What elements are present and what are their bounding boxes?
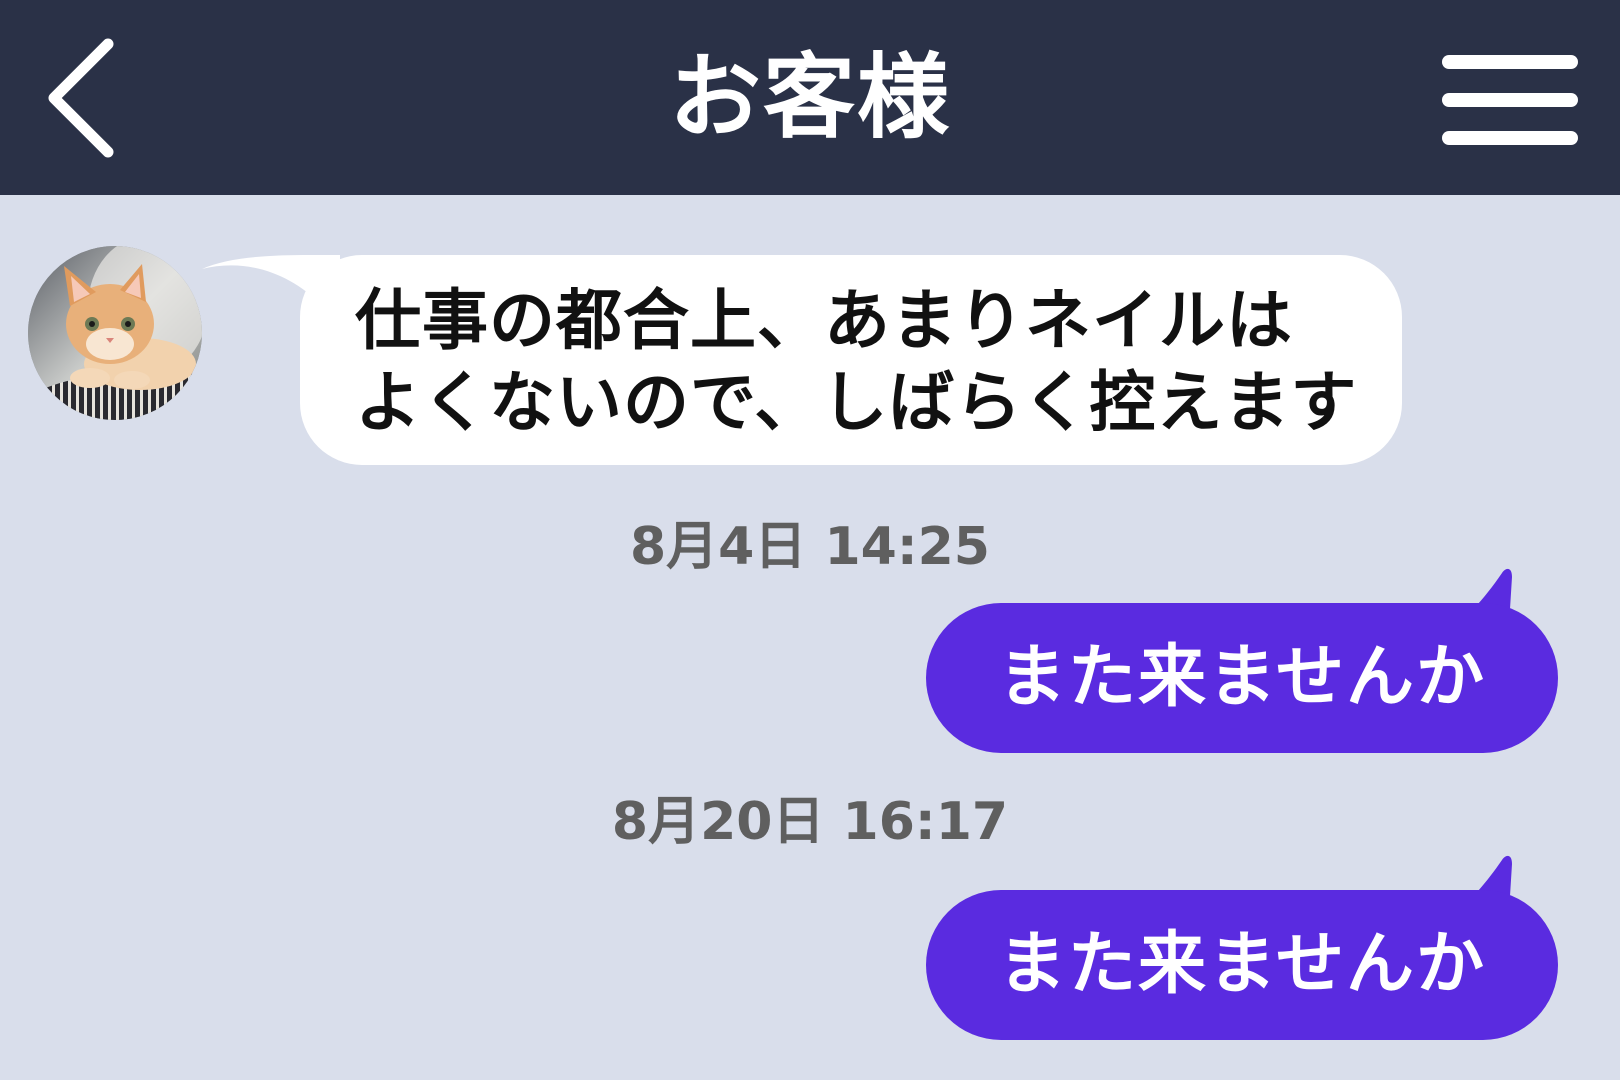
outgoing-message-text: また来ませんか xyxy=(998,638,1486,717)
back-button[interactable] xyxy=(40,36,130,160)
contact-avatar[interactable] xyxy=(28,246,202,420)
outgoing-message-bubble: また来ませんか xyxy=(926,890,1558,1040)
message-timestamp: 8月20日 16:17 xyxy=(611,792,1009,852)
outgoing-message-text: また来ませんか xyxy=(998,925,1486,1004)
chat-header: お客様 xyxy=(0,0,1620,195)
chevron-left-icon xyxy=(48,38,114,158)
kitten-photo xyxy=(28,246,202,420)
message-timestamp: 8月4日 14:25 xyxy=(630,517,990,577)
page-title: お客様 xyxy=(668,44,951,151)
message-line: 仕事の都合上、あまりネイルは xyxy=(355,282,1293,359)
menu-button[interactable] xyxy=(1436,48,1586,152)
outgoing-message-bubble: また来ませんか xyxy=(926,603,1558,753)
message-line: よくないので、しばらく控えます xyxy=(355,364,1358,441)
incoming-message-text: 仕事の都合上、あまりネイルは よくないので、しばらく控えます xyxy=(355,280,1375,444)
